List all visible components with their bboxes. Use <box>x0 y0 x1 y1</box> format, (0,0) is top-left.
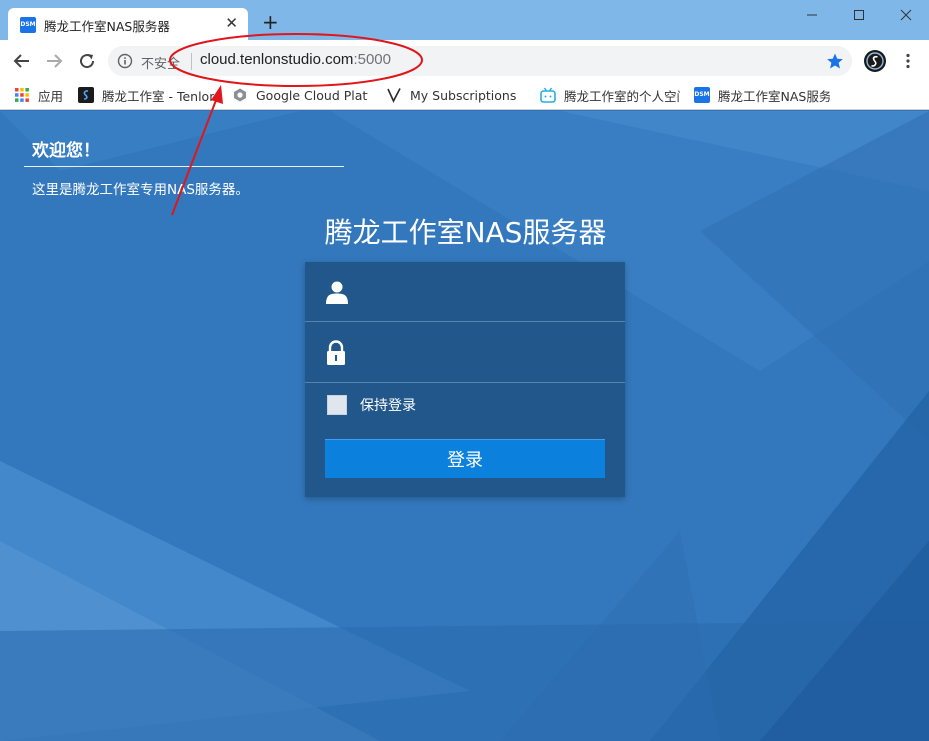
v-logo-icon <box>387 88 401 103</box>
dsm-login-page: 欢迎您！ 这里是腾龙工作室专用NAS服务器。 腾龙工作室NAS服务器 保持登录 … <box>0 111 929 741</box>
bookmark-label: 腾龙工作室NAS服务器 <box>718 88 830 104</box>
bookmark-label: 腾龙工作室的个人空间 <box>564 88 680 104</box>
bookmark-apps[interactable]: 应用 <box>14 85 66 105</box>
kebab-menu-icon[interactable] <box>899 52 917 70</box>
password-input[interactable] <box>367 335 617 371</box>
back-button[interactable] <box>11 50 33 72</box>
bookmark-tenlon[interactable]: 腾龙工作室 - Tenlon <box>78 85 214 105</box>
dsm-icon: DSM <box>694 87 710 103</box>
maximize-icon <box>854 10 864 20</box>
bookmark-label: 腾龙工作室 - Tenlon <box>102 88 214 104</box>
google-cloud-icon <box>234 88 246 102</box>
password-field[interactable] <box>305 323 625 383</box>
reload-button[interactable] <box>76 50 98 72</box>
welcome-message: 这里是腾龙工作室专用NAS服务器。 <box>32 182 249 198</box>
tab-close-icon[interactable]: ✕ <box>225 15 238 31</box>
bookmark-label: 应用 <box>38 88 64 104</box>
bookmark-nas[interactable]: DSM 腾龙工作室NAS服务器 <box>694 85 830 105</box>
user-icon <box>326 281 348 304</box>
browser-tab[interactable]: DSM 腾龙工作室NAS服务器 ✕ <box>8 8 248 40</box>
bookmark-label: Google Cloud Platfo <box>256 87 368 103</box>
remember-me-label[interactable]: 保持登录 <box>360 395 416 415</box>
login-title: 腾龙工作室NAS服务器 <box>324 216 607 249</box>
bookmark-star-icon[interactable] <box>826 52 844 70</box>
apps-grid-icon <box>15 88 29 102</box>
username-input[interactable] <box>367 274 617 310</box>
info-icon[interactable] <box>117 53 133 69</box>
tab-title: 腾龙工作室NAS服务器 <box>44 19 170 34</box>
bookmark-subscriptions[interactable]: My Subscriptions - <box>386 85 520 105</box>
bookmark-bilibili[interactable]: 腾龙工作室的个人空间 <box>540 85 680 105</box>
tenlon-logo-icon <box>78 87 94 103</box>
profile-avatar-icon[interactable] <box>864 50 886 72</box>
reload-icon <box>80 54 95 69</box>
forward-button[interactable] <box>43 50 65 72</box>
welcome-title: 欢迎您！ <box>32 141 100 161</box>
new-tab-button[interactable]: + <box>262 12 279 32</box>
url-port: :5000 <box>353 51 391 68</box>
bilibili-icon <box>540 87 556 103</box>
remember-me-checkbox[interactable] <box>327 395 347 415</box>
welcome-divider <box>24 166 344 167</box>
window-maximize-button[interactable] <box>836 0 882 30</box>
username-field[interactable] <box>305 262 625 322</box>
forward-arrow-icon <box>47 54 63 68</box>
url-host: cloud.tenlonstudio.com <box>200 51 354 68</box>
url-text[interactable]: cloud.tenlonstudio.com:5000 <box>200 51 391 68</box>
address-separator <box>191 53 192 70</box>
close-icon <box>900 9 912 21</box>
login-form: 保持登录 登录 <box>305 262 625 497</box>
dsm-favicon-icon: DSM <box>20 17 36 33</box>
minimize-icon <box>807 14 817 16</box>
remember-me[interactable]: 保持登录 <box>327 395 416 415</box>
lock-icon <box>327 340 345 365</box>
bookmark-label: My Subscriptions - <box>410 87 520 103</box>
not-secure-label[interactable]: 不安全 <box>141 53 180 72</box>
bookmark-google-cloud[interactable]: Google Cloud Platfo <box>232 85 368 105</box>
login-button[interactable]: 登录 <box>325 439 605 478</box>
back-arrow-icon <box>13 54 29 68</box>
window-minimize-button[interactable] <box>789 0 835 30</box>
window-close-button[interactable] <box>883 0 929 30</box>
